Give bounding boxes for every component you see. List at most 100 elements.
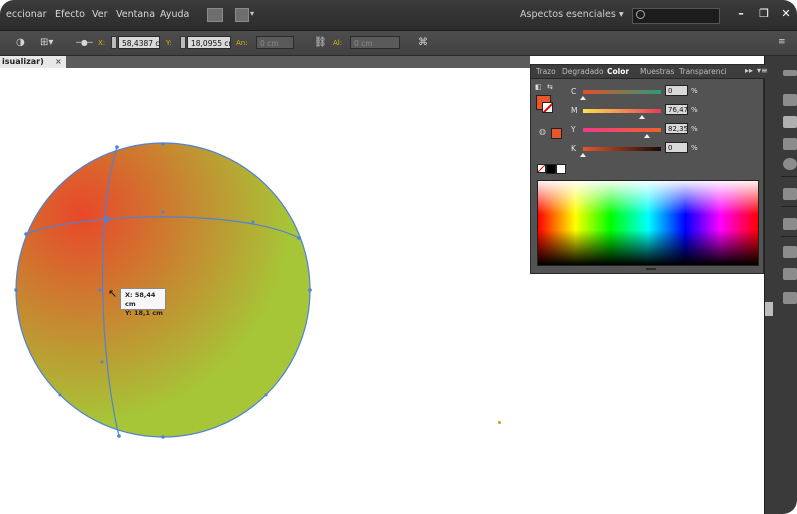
arrange-dropdown-icon[interactable]: ▾ bbox=[250, 9, 254, 18]
panel-collapse-icon[interactable]: ▸▸ bbox=[745, 66, 753, 75]
constrain-link-icon[interactable]: ⛓ bbox=[314, 37, 327, 48]
maximize-button[interactable]: ❐ bbox=[753, 7, 775, 23]
recolor-icon[interactable]: ◑ bbox=[16, 37, 25, 48]
magenta-slider-thumb[interactable] bbox=[639, 115, 646, 119]
direct-selection-cursor-icon: ↖ bbox=[108, 287, 118, 300]
symbols-icon[interactable] bbox=[783, 246, 797, 258]
dock-divider bbox=[781, 176, 797, 177]
tab-color[interactable]: Color bbox=[607, 67, 629, 76]
color-spectrum-picker[interactable] bbox=[537, 180, 759, 266]
y-spinner[interactable] bbox=[180, 36, 186, 49]
menu-ayuda[interactable]: Ayuda bbox=[160, 9, 189, 20]
anchor-point[interactable] bbox=[161, 435, 165, 439]
tab-degradado[interactable]: Degradado bbox=[562, 67, 604, 76]
workspace-label: Aspectos esenciales bbox=[520, 9, 616, 20]
transform-panel-icon[interactable] bbox=[783, 188, 797, 200]
color-panel: Trazo Degradado Color Muestras Transpare… bbox=[530, 64, 768, 274]
yellow-slider-thumb[interactable] bbox=[643, 134, 650, 138]
anchor-point-icon[interactable]: ─●─ bbox=[76, 38, 93, 47]
document-tab-strip: isualizar) × bbox=[0, 56, 530, 68]
document-tab[interactable]: isualizar) × bbox=[0, 56, 66, 68]
anchor-point[interactable] bbox=[115, 145, 119, 149]
workspace-switcher[interactable]: Aspectos esenciales ▾ bbox=[520, 9, 624, 20]
menu-efecto[interactable]: Efecto bbox=[55, 9, 85, 20]
arrange-documents-icon[interactable] bbox=[235, 8, 249, 22]
white-swatch[interactable] bbox=[556, 164, 566, 174]
slider-row-y: Y 82,35 % bbox=[531, 123, 765, 138]
black-slider-thumb[interactable] bbox=[580, 153, 586, 157]
anchor-point[interactable] bbox=[161, 142, 165, 146]
width-field[interactable]: 0 cm bbox=[256, 36, 294, 49]
search-input[interactable] bbox=[632, 8, 720, 24]
unit-label: % bbox=[691, 87, 698, 95]
menu-seleccionar[interactable]: eccionar bbox=[6, 9, 47, 20]
control-handle[interactable] bbox=[251, 220, 255, 224]
transform-icon[interactable]: ⌘ bbox=[418, 37, 428, 48]
color-panel-icon[interactable] bbox=[783, 94, 797, 106]
swatches-icon[interactable] bbox=[783, 138, 797, 150]
tab-muestras[interactable]: Muestras bbox=[640, 67, 674, 76]
tooltip-y-readout: Y: 18,1 cm bbox=[125, 309, 163, 317]
anchor-point[interactable] bbox=[117, 434, 121, 438]
panel-menu-icon[interactable] bbox=[783, 70, 797, 76]
tab-trazo[interactable]: Trazo bbox=[536, 67, 556, 76]
slider-label: K bbox=[571, 144, 576, 153]
cyan-slider-thumb[interactable] bbox=[580, 96, 586, 100]
magenta-value-field[interactable]: 76,47 bbox=[665, 104, 688, 115]
control-handle[interactable] bbox=[58, 393, 62, 397]
smart-guide-tooltip: X: 58,44 cm Y: 18,1 cm bbox=[120, 288, 166, 317]
control-handle[interactable] bbox=[264, 393, 268, 397]
none-swatch[interactable] bbox=[537, 164, 546, 173]
control-handle[interactable] bbox=[98, 288, 102, 292]
illustrator-window: eccionar Efecto Ver Ventana Ayuda ▾ Aspe… bbox=[0, 0, 797, 514]
unit-label: % bbox=[691, 144, 698, 152]
control-handle[interactable] bbox=[100, 360, 104, 364]
control-bar-menu-icon[interactable]: ≡ bbox=[778, 37, 786, 47]
none-slash-icon bbox=[538, 165, 545, 172]
appearance-icon[interactable] bbox=[783, 158, 797, 170]
black-swatch[interactable] bbox=[546, 164, 556, 174]
cyan-value-field[interactable]: 0 bbox=[665, 85, 688, 96]
close-tab-icon[interactable]: × bbox=[55, 56, 62, 68]
black-value-field[interactable]: 0 bbox=[665, 142, 688, 153]
anchor-point[interactable] bbox=[308, 288, 312, 292]
x-coordinate-field[interactable]: 58,4387 cm bbox=[118, 36, 160, 49]
anchor-point[interactable] bbox=[297, 236, 301, 240]
slider-label: Y bbox=[571, 125, 576, 134]
dock-divider bbox=[781, 236, 797, 237]
scrollbar-thumb[interactable] bbox=[765, 302, 773, 316]
minimize-button[interactable]: – bbox=[730, 7, 752, 23]
stray-point[interactable] bbox=[498, 421, 501, 424]
slider-row-m: M 76,47 % bbox=[531, 104, 765, 119]
panel-resize-grip-icon[interactable] bbox=[646, 268, 656, 270]
align-to-icon[interactable]: ⊞▾ bbox=[40, 37, 53, 48]
yellow-value-field[interactable]: 82,35 bbox=[665, 123, 688, 134]
brushes-icon[interactable] bbox=[783, 268, 797, 280]
pathfinder-icon[interactable] bbox=[783, 292, 797, 304]
layers-icon[interactable] bbox=[783, 218, 797, 230]
menu-ver[interactable]: Ver bbox=[92, 9, 108, 20]
color-guide-icon[interactable] bbox=[783, 116, 797, 128]
width-label-icon: An: bbox=[236, 39, 248, 47]
close-window-button[interactable]: ✕ bbox=[775, 7, 797, 23]
y-coordinate-field[interactable]: 18,0955 cm bbox=[187, 36, 231, 49]
dock-divider bbox=[781, 206, 797, 207]
tab-transparencia[interactable]: Transparenci bbox=[679, 67, 727, 76]
cyan-slider-track[interactable] bbox=[583, 90, 661, 94]
panel-tab-bar: Trazo Degradado Color Muestras Transpare… bbox=[531, 65, 768, 79]
bridge-icon[interactable] bbox=[207, 8, 223, 22]
x-spinner[interactable] bbox=[111, 36, 117, 49]
anchor-point[interactable] bbox=[14, 288, 18, 292]
height-label-icon: Al: bbox=[333, 39, 343, 47]
anchor-point[interactable] bbox=[24, 232, 28, 236]
height-field[interactable]: 0 cm bbox=[350, 36, 400, 49]
magenta-slider-track[interactable] bbox=[583, 109, 661, 113]
black-slider-track[interactable] bbox=[583, 147, 661, 151]
right-panel-dock bbox=[764, 56, 797, 514]
unit-label: % bbox=[691, 106, 698, 114]
menu-ventana[interactable]: Ventana bbox=[116, 9, 155, 20]
panel-menu-icon[interactable]: ▾≡ bbox=[757, 66, 768, 75]
selected-anchor-point[interactable] bbox=[104, 217, 109, 222]
control-handle[interactable] bbox=[161, 210, 165, 214]
yellow-slider-track[interactable] bbox=[583, 128, 661, 132]
